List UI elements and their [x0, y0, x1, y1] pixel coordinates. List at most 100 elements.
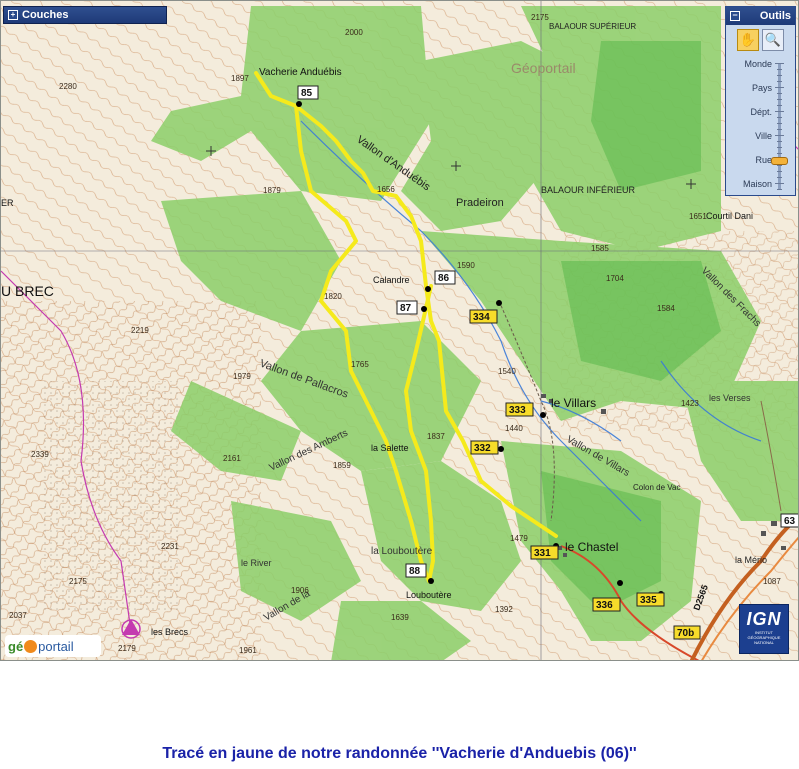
- logo-text-portail: portail: [38, 638, 74, 654]
- waypoint-label: 331: [534, 548, 551, 559]
- elevation-label: 1585: [591, 244, 609, 253]
- place-label: Courtil Dani: [706, 211, 753, 221]
- zoom-tick: [777, 171, 782, 172]
- elevation-label: 2175: [69, 577, 87, 586]
- zoom-tick: [775, 63, 784, 64]
- place-label: Louboutère: [406, 590, 452, 600]
- elevation-label: 2037: [9, 611, 27, 620]
- collapse-icon[interactable]: −: [730, 11, 740, 21]
- zoom-tick: [777, 165, 782, 166]
- magnifier-icon: 🔍: [764, 32, 782, 47]
- zoom-level-dpt[interactable]: Dépt.: [728, 107, 772, 117]
- elevation-label: 2161: [223, 454, 241, 463]
- zoom-level-pays[interactable]: Pays: [728, 83, 772, 93]
- elevation-label: 2179: [118, 644, 136, 653]
- road-label: 70b: [677, 628, 694, 639]
- elevation-label: 1440: [505, 424, 523, 433]
- zoom-level-rue[interactable]: Rue: [728, 155, 772, 165]
- elevation-label: 2280: [59, 82, 77, 91]
- elevation-label: 1479: [510, 534, 528, 543]
- zoom-slider[interactable]: Monde Pays Dépt. Ville Rue Maison: [726, 59, 797, 194]
- elevation-label: 1704: [606, 274, 624, 283]
- zoom-tick: [777, 75, 782, 76]
- elevation-label: 1392: [495, 605, 513, 614]
- layers-panel-header[interactable]: + Couches: [3, 6, 167, 24]
- place-label: la Louboutère: [371, 546, 433, 557]
- zoom-tick: [777, 189, 782, 190]
- place-label: Calandre: [373, 275, 410, 285]
- zoom-tick: [777, 141, 782, 142]
- elevation-label: 2175: [531, 13, 549, 22]
- zoom-level-monde[interactable]: Monde: [728, 59, 772, 69]
- elevation-label: 1906: [291, 586, 309, 595]
- ign-logo[interactable]: IGN INSTITUT GÉOGRAPHIQUE NATIONAL: [739, 604, 789, 654]
- zoom-tick: [775, 183, 784, 184]
- ign-logo-subtitle: INSTITUT GÉOGRAPHIQUE NATIONAL: [747, 630, 781, 645]
- elevation-label: 1584: [657, 304, 675, 313]
- geoportail-logo[interactable]: gé portail: [5, 635, 101, 657]
- zoom-tool-button[interactable]: 🔍: [762, 29, 784, 51]
- elevation-label: 1897: [231, 74, 249, 83]
- tools-panel: − Outils ✋ 🔍 Monde Pays Dépt. Ville Rue Maiso…: [725, 6, 796, 196]
- elevation-label: 1651: [689, 212, 707, 221]
- place-label: le Chastel: [565, 540, 618, 554]
- elevation-label: 1765: [351, 360, 369, 369]
- place-label: la Mério: [735, 555, 767, 565]
- zoom-tick: [777, 129, 782, 130]
- zoom-level-ville[interactable]: Ville: [728, 131, 772, 141]
- elevation-label: 1820: [324, 292, 342, 301]
- elevation-label: 1590: [457, 261, 475, 270]
- topographic-map[interactable]: 858687883313323333343353366370bD2565 Vac…: [1, 1, 799, 661]
- zoom-tick: [777, 147, 782, 148]
- place-label: les Verses: [709, 393, 751, 403]
- place-label: Géoportail: [511, 60, 576, 76]
- layers-panel-title: Couches: [22, 9, 69, 21]
- zoom-tick: [777, 153, 782, 154]
- tools-panel-title: Outils: [759, 10, 791, 22]
- zoom-tick: [777, 105, 782, 106]
- map-view[interactable]: 85 86 87 88 331 332 333 334 335 336 63 70b D2565 Vac…: [0, 0, 799, 661]
- elevation-label: 1087: [763, 577, 781, 586]
- elevation-label: 1961: [239, 646, 257, 655]
- waypoint-label: 63: [784, 516, 796, 527]
- pan-tool-button[interactable]: ✋: [737, 29, 759, 51]
- elevation-label: 2339: [31, 450, 49, 459]
- place-label: le Villars: [551, 396, 596, 410]
- place-label: la Salette: [371, 443, 409, 453]
- elevation-label: 2231: [161, 542, 179, 551]
- zoom-tick: [775, 87, 784, 88]
- ign-logo-text: IGN: [746, 609, 782, 629]
- expand-icon[interactable]: +: [8, 10, 18, 20]
- waypoint-label: 333: [509, 405, 526, 416]
- place-label: Pradeiron: [456, 197, 504, 209]
- waypoint-label: 335: [640, 595, 657, 606]
- zoom-tick: [777, 117, 782, 118]
- place-label: Colon de Vac: [633, 483, 680, 492]
- waypoint-label: 86: [438, 273, 450, 284]
- zoom-tick: [777, 69, 782, 70]
- place-label: ER: [1, 198, 14, 208]
- place-label: Vacherie Anduébis: [259, 67, 342, 78]
- hand-icon: ✋: [739, 32, 757, 47]
- zoom-tick: [777, 93, 782, 94]
- elevation-label: 2000: [345, 28, 363, 37]
- tools-panel-header[interactable]: − Outils: [726, 7, 795, 25]
- waypoint-label: 332: [474, 443, 491, 454]
- zoom-tick: [777, 81, 782, 82]
- logo-text-ge: gé: [8, 638, 24, 654]
- place-label: BALAOUR INFÉRIEUR: [541, 185, 636, 195]
- zoom-tick: [777, 99, 782, 100]
- zoom-slider-thumb[interactable]: [771, 157, 788, 165]
- zoom-level-maison[interactable]: Maison: [728, 179, 772, 189]
- elevation-label: 2219: [131, 326, 149, 335]
- place-label: BALAOUR SUPÉRIEUR: [549, 22, 636, 31]
- map-caption: Tracé en jaune de notre randonnée ''Vach…: [162, 745, 637, 762]
- zoom-tick: [775, 135, 784, 136]
- place-label: les Brecs: [151, 627, 189, 637]
- waypoint-label: 87: [400, 303, 412, 314]
- elevation-label: 1859: [333, 461, 351, 470]
- zoom-tick: [775, 111, 784, 112]
- waypoint-label: 88: [409, 566, 421, 577]
- elevation-label: 1837: [427, 432, 445, 441]
- elevation-label: 1423: [681, 399, 699, 408]
